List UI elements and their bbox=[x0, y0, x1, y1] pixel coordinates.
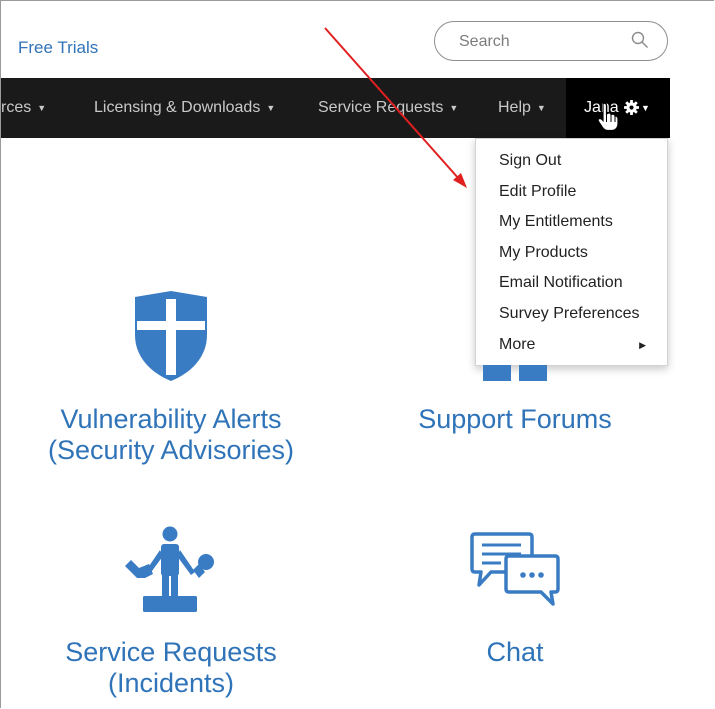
page-frame: Free Trials rces▼ Licensing & Downloads▼… bbox=[0, 0, 714, 708]
annotation-arrow-icon bbox=[324, 27, 467, 188]
